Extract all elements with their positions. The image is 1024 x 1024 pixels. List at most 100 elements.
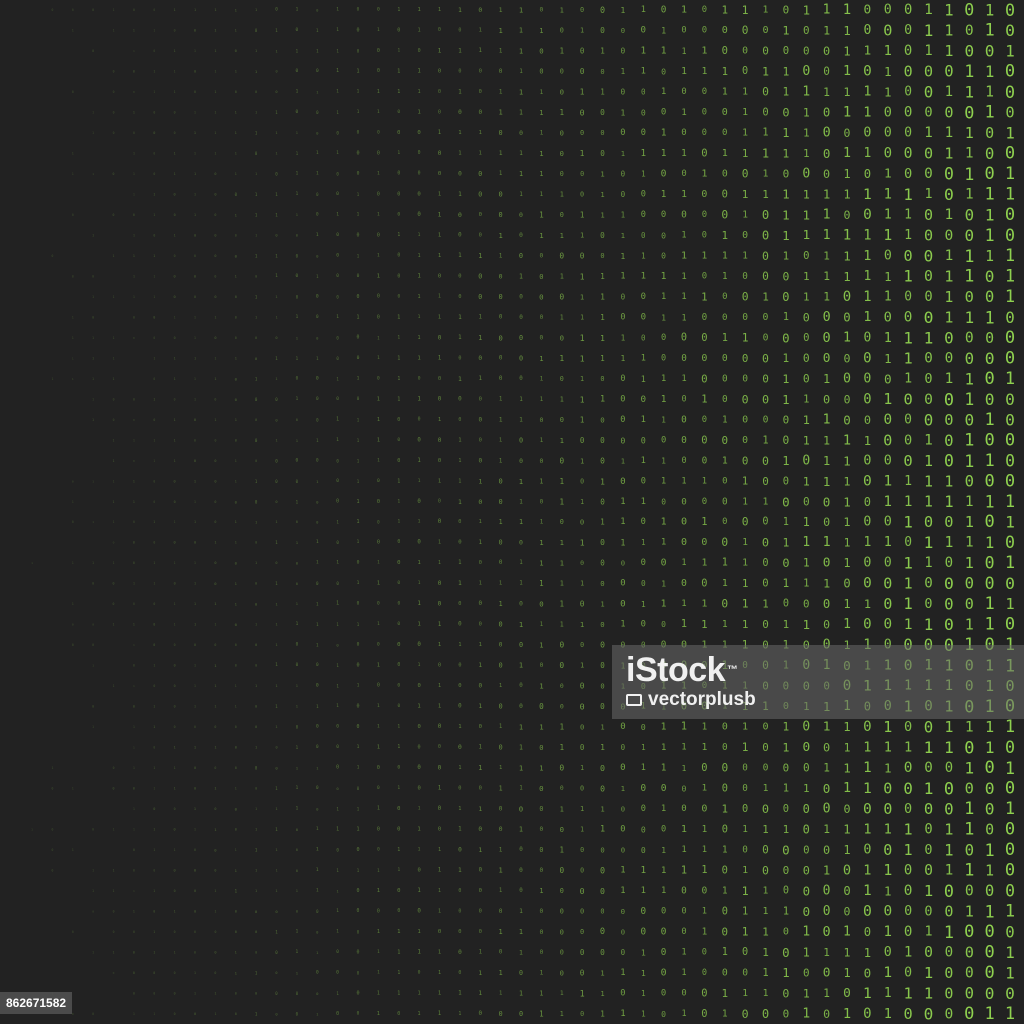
binary-digit: 1 [843, 248, 851, 263]
binary-digit: 0 [945, 227, 954, 244]
binary-digit: 1 [194, 992, 196, 996]
binary-digit: 0 [1005, 840, 1015, 860]
binary-digit: 0 [580, 867, 584, 875]
binary-digit: 1 [863, 740, 871, 756]
binary-digit: 1 [802, 228, 810, 243]
binary-digit: 1 [924, 328, 934, 347]
binary-digit: 1 [214, 131, 216, 135]
binary-digit: 0 [883, 575, 892, 593]
binary-digit: 0 [296, 418, 298, 422]
binary-digit: 1 [51, 766, 53, 770]
binary-digit: 1 [904, 474, 912, 489]
binary-digit: 1 [92, 110, 94, 114]
binary-digit: 1 [843, 64, 851, 79]
binary-digit: 0 [235, 643, 237, 647]
binary-digit: 1 [742, 906, 748, 918]
binary-digit: 0 [783, 475, 789, 487]
binary-digit: 0 [560, 969, 564, 978]
binary-digit: 1 [194, 664, 196, 668]
binary-digit: 1 [417, 355, 420, 361]
binary-digit: 1 [377, 703, 380, 709]
binary-digit: 0 [620, 763, 625, 773]
binary-digit: 0 [701, 578, 707, 590]
binary-digit: 0 [782, 105, 789, 119]
binary-digit: 0 [336, 130, 339, 135]
binary-digit: 0 [722, 128, 727, 138]
binary-digit: 0 [133, 418, 135, 422]
binary-digit: 1 [762, 926, 769, 939]
binary-digit: 1 [214, 8, 216, 12]
binary-digit: 1 [72, 29, 74, 33]
binary-digit: 0 [519, 211, 523, 219]
binary-digit: 1 [336, 622, 339, 627]
binary-digit: 1 [641, 415, 646, 425]
binary-digit: 1 [519, 518, 523, 526]
binary-digit: 0 [1005, 615, 1015, 635]
binary-digit: 1 [377, 355, 380, 361]
binary-digit: 0 [397, 417, 400, 423]
binary-digit: 0 [802, 166, 810, 181]
binary-digit: 0 [458, 683, 461, 689]
binary-digit: 1 [742, 722, 748, 733]
binary-digit: 1 [458, 867, 462, 874]
binary-digit: 1 [843, 85, 850, 99]
binary-digit: 0 [539, 600, 543, 609]
binary-digit: 0 [844, 392, 851, 406]
binary-digit: 0 [478, 416, 482, 423]
binary-digit: 0 [823, 618, 830, 632]
binary-digit: 1 [296, 929, 299, 935]
binary-digit: 1 [621, 333, 626, 342]
binary-digit: 0 [316, 785, 319, 791]
binary-digit: 0 [944, 595, 954, 614]
binary-digit: 1 [275, 540, 278, 545]
binary-digit: 1 [458, 375, 462, 383]
binary-digit: 0 [600, 682, 604, 691]
binary-digit: 1 [823, 187, 830, 201]
binary-digit: 0 [863, 617, 872, 633]
binary-digit: 1 [701, 618, 707, 631]
binary-digit: 0 [275, 561, 277, 565]
binary-digit: 0 [863, 515, 871, 530]
binary-digit: 0 [580, 251, 585, 260]
binary-digit: 1 [843, 925, 851, 940]
binary-digit: 1 [458, 253, 462, 259]
binary-digit: 0 [742, 763, 748, 774]
binary-digit: 1 [539, 579, 544, 588]
binary-digit: 1 [397, 48, 400, 54]
binary-digit: 1 [1005, 369, 1015, 389]
binary-digit: 1 [964, 390, 974, 409]
binary-digit: 0 [397, 683, 400, 689]
binary-digit: 0 [377, 375, 380, 381]
binary-digit: 0 [214, 848, 217, 853]
binary-digit: 0 [1005, 984, 1015, 1003]
binary-digit: 0 [153, 49, 155, 53]
binary-digit: 1 [153, 295, 155, 299]
binary-digit: 1 [519, 477, 523, 486]
binary-digit: 1 [560, 272, 564, 280]
binary-digit: 0 [194, 787, 196, 791]
binary-digit: 1 [903, 513, 912, 532]
binary-digit: 1 [965, 903, 974, 921]
binary-digit: 0 [499, 539, 503, 547]
binary-digit: 0 [499, 68, 503, 75]
binary-digit: 0 [316, 335, 319, 340]
binary-digit-field: 0 0 0 1 0 0 1 1 1 1 1 0 1 0 1 0 0 1 1 1 1 0 1 1 0 1 0 0 1 1 0 1 0 1 1 1 0 1 1 1… [31, 0, 1015, 1024]
binary-digit: 1 [92, 951, 94, 955]
binary-digit: 0 [722, 865, 728, 877]
binary-digit: 1 [377, 745, 380, 751]
binary-digit: 1 [275, 438, 277, 442]
binary-digit: 1 [357, 253, 360, 258]
binary-digit: 1 [843, 1006, 851, 1022]
binary-digit: 0 [620, 394, 625, 404]
binary-digit: 1 [438, 786, 442, 792]
binary-digit: 1 [641, 968, 646, 978]
binary-digit: 1 [742, 496, 748, 507]
binary-digit: 1 [884, 740, 892, 756]
binary-digit: 0 [984, 369, 994, 389]
binary-digit: 0 [600, 846, 604, 855]
binary-digit: 1 [965, 145, 974, 161]
binary-digit: 1 [924, 493, 933, 510]
binary-digit: 0 [498, 477, 502, 485]
binary-digit: 1 [255, 315, 257, 319]
binary-digit: 0 [681, 907, 686, 917]
